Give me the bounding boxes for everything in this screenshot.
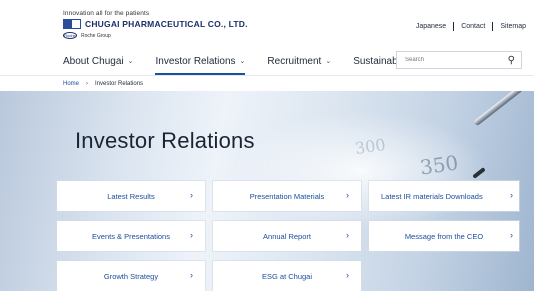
tile-label: Annual Report [263, 231, 311, 241]
japanese-link[interactable]: Japanese [409, 22, 455, 31]
hero-banner: 350 300 Investor Relations Latest Result… [0, 91, 534, 291]
roche-logo-icon: Roche [63, 32, 77, 39]
site-header: Innovation all for the patients CHUGAI P… [0, 0, 534, 75]
tile-annual-report[interactable]: Annual Report › [213, 221, 361, 251]
breadcrumb: Home › Investor Relations [0, 75, 534, 91]
tile-esg-at-chugai[interactable]: ESG at Chugai › [213, 261, 361, 291]
nav-label: About Chugai [63, 55, 124, 67]
utility-links: Japanese Contact Sitemap [409, 22, 526, 31]
chevron-down-icon: ⌄ [127, 58, 134, 65]
chevron-right-icon: › [346, 190, 349, 200]
page-title: Investor Relations [75, 128, 255, 153]
tile-latest-results[interactable]: Latest Results › [57, 181, 205, 211]
breadcrumb-home[interactable]: Home [63, 81, 79, 87]
search-input[interactable] [405, 57, 495, 63]
tile-label: Latest Results [107, 191, 155, 201]
chevron-down-icon: ⌄ [325, 58, 332, 65]
nav-label: Recruitment [267, 55, 322, 67]
breadcrumb-separator-icon: › [86, 80, 89, 87]
nav-investor-relations[interactable]: Investor Relations ⌄ [155, 53, 246, 75]
tile-label: Message from the CEO [404, 231, 484, 241]
chevron-right-icon: › [346, 230, 349, 240]
breadcrumb-current: Investor Relations [95, 80, 144, 87]
chevron-down-icon: ⌄ [239, 58, 246, 65]
tile-label: Growth Strategy [103, 271, 159, 281]
chevron-right-icon: › [510, 190, 513, 200]
contact-link[interactable]: Contact [454, 22, 494, 31]
tile-growth-strategy[interactable]: Growth Strategy › [57, 261, 205, 291]
nav-recruitment[interactable]: Recruitment ⌄ [267, 53, 331, 69]
chevron-right-icon: › [190, 190, 193, 200]
main-nav: About Chugai ⌄ Investor Relations ⌄ Recr… [63, 53, 444, 75]
sitemap-link[interactable]: Sitemap [493, 22, 526, 31]
tile-label: ESG at Chugai [261, 271, 313, 281]
roche-group-label: Roche Group [81, 32, 111, 39]
search-box: ⚲ [396, 51, 522, 69]
tile-presentation-materials[interactable]: Presentation Materials › [213, 181, 361, 211]
pen-image [473, 91, 534, 127]
chevron-right-icon: › [346, 270, 349, 280]
chugai-logo-icon [63, 19, 81, 29]
nav-label: Investor Relations [155, 55, 236, 67]
tile-label: Latest IR materials Downloads [381, 191, 483, 201]
chevron-right-icon: › [190, 230, 193, 240]
tagline: Innovation all for the patients [63, 10, 150, 17]
tile-events-presentations[interactable]: Events & Presentations › [57, 221, 205, 251]
company-logo[interactable]: CHUGAI PHARMACEUTICAL CO., LTD. [63, 19, 248, 29]
chevron-right-icon: › [190, 270, 193, 280]
search-icon[interactable]: ⚲ [508, 55, 515, 66]
roche-group-badge: Roche Roche Group [63, 32, 111, 39]
tile-latest-ir-downloads[interactable]: Latest IR materials Downloads › [369, 181, 519, 211]
chevron-right-icon: › [510, 230, 513, 240]
tile-message-from-ceo[interactable]: Message from the CEO › [369, 221, 519, 251]
nav-about-chugai[interactable]: About Chugai ⌄ [63, 53, 133, 69]
company-name: CHUGAI PHARMACEUTICAL CO., LTD. [85, 19, 248, 29]
tile-label: Presentation Materials [249, 191, 325, 201]
tile-label: Events & Presentations [92, 231, 170, 241]
